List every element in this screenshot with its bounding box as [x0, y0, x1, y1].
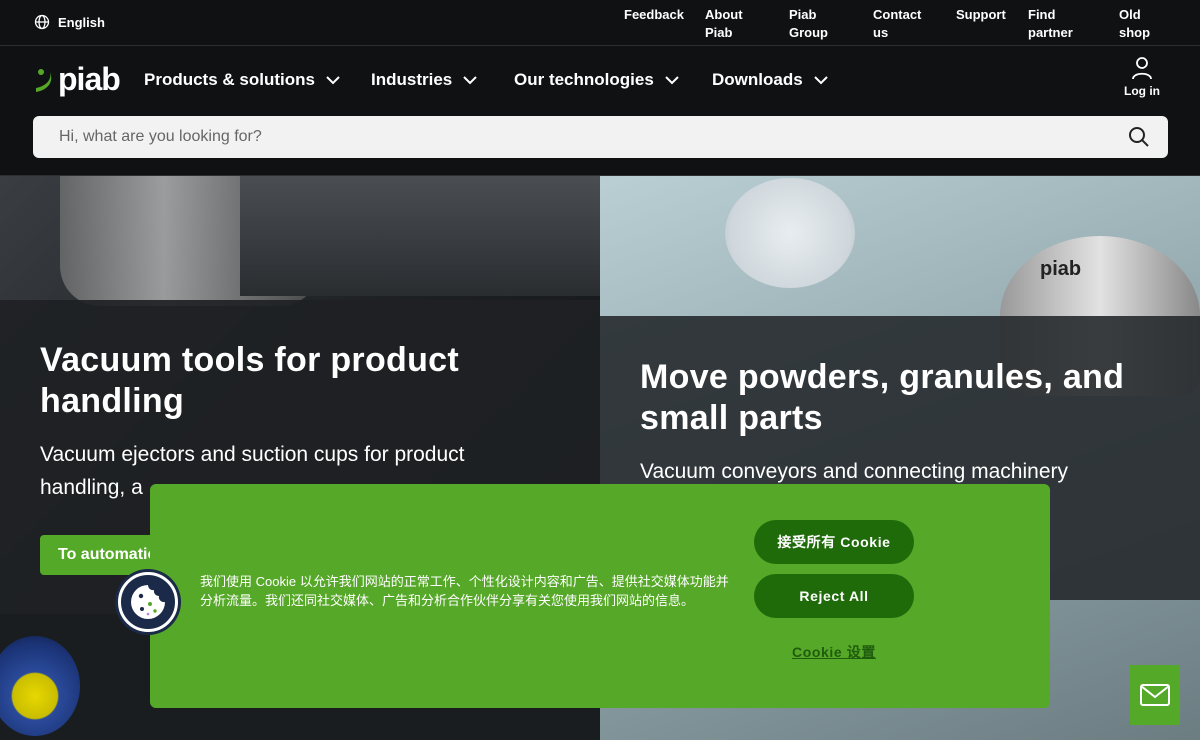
menu-products-solutions[interactable]: Products & solutions	[144, 70, 341, 90]
language-label: English	[58, 14, 105, 30]
menu-our-technologies[interactable]: Our technologies	[514, 70, 680, 90]
menu-downloads[interactable]: Downloads	[712, 70, 829, 90]
accept-all-cookies-button[interactable]: 接受所有 Cookie	[754, 520, 914, 564]
logo-text: piab	[58, 61, 121, 97]
menu-label: Downloads	[712, 70, 803, 89]
feedback-link[interactable]: Feedback	[624, 6, 684, 24]
chevron-down-icon	[813, 76, 828, 85]
tank-brand-logo: piab	[1040, 258, 1082, 280]
contact-us-link[interactable]: Contact us	[873, 6, 921, 42]
login-button[interactable]: Log in	[1119, 56, 1165, 98]
login-label: Log in	[1124, 84, 1160, 98]
menu-label: Our technologies	[514, 70, 654, 89]
menu-industries[interactable]: Industries	[371, 70, 478, 90]
chevron-down-icon	[326, 76, 340, 85]
worker-hairnet-graphic	[725, 178, 855, 288]
logo-swoosh-icon	[36, 69, 52, 92]
cookie-message: 我们使用 Cookie 以允许我们网站的正常工作、个性化设计内容和广告、提供社交…	[200, 574, 729, 608]
contact-mail-button[interactable]	[1130, 665, 1180, 725]
search-bar	[33, 116, 1168, 158]
chevron-down-icon	[665, 76, 679, 85]
find-partner-link[interactable]: Find partner	[1028, 6, 1073, 42]
old-shop-link[interactable]: Old shop	[1119, 6, 1150, 42]
about-piab-link[interactable]: About Piab	[705, 6, 743, 42]
chevron-down-icon	[463, 76, 477, 85]
menu-label: Industries	[371, 70, 453, 89]
support-link[interactable]: Support	[956, 6, 1006, 24]
reject-all-button[interactable]: Reject All	[754, 574, 914, 618]
cookie-settings-link[interactable]: Cookie 设置	[754, 642, 914, 662]
cookie-icon[interactable]	[118, 572, 178, 632]
top-utility-bar: English Feedback About Piab Piab Group C…	[0, 0, 1200, 46]
search-icon[interactable]	[1128, 126, 1150, 148]
mail-icon	[1140, 684, 1170, 706]
piab-group-link[interactable]: Piab Group	[789, 6, 828, 42]
hero-right-title: Move powders, granules, and small parts	[640, 358, 1125, 437]
globe-icon	[34, 14, 50, 30]
search-input[interactable]	[57, 127, 1057, 147]
robot-arm-graphic	[240, 176, 600, 296]
language-selector[interactable]: English	[34, 14, 105, 30]
piab-logo[interactable]: piab	[32, 61, 121, 97]
hero-left-title: Vacuum tools for product handling	[40, 341, 460, 420]
menu-label: Products & solutions	[144, 70, 315, 89]
user-icon	[1132, 57, 1152, 80]
cookie-consent-banner: 我们使用 Cookie 以允许我们网站的正常工作、个性化设计内容和广告、提供社交…	[118, 484, 1050, 708]
main-navigation: piab Products & solutions Industries Our…	[0, 46, 1200, 176]
